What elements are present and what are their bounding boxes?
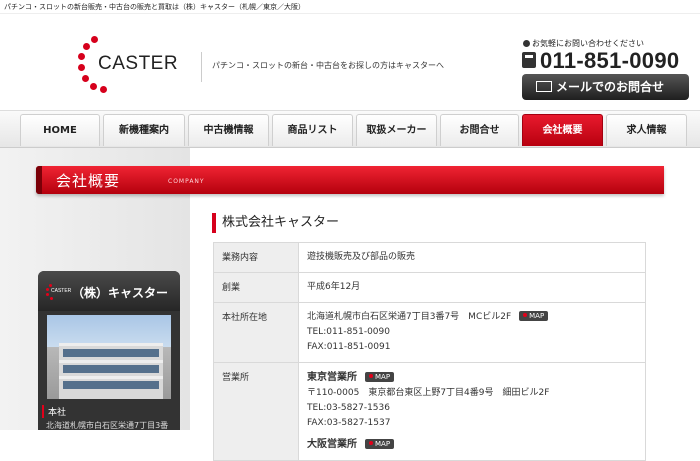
nav-new-models[interactable]: 新機種案内 <box>103 114 185 146</box>
tokyo-map-button[interactable]: MAP <box>365 372 395 382</box>
tokyo-fax: FAX:03-5827-1537 <box>307 418 391 428</box>
tokyo-tel: TEL:03-5827-1536 <box>307 403 390 413</box>
table-row: 本社所在地 北海道札幌市白石区栄通7丁目3番7号 MCビル2F MAP TEL:0… <box>213 302 646 363</box>
nav-recruit[interactable]: 求人情報 <box>606 114 687 146</box>
sidebar-company-name: （株）キャスター <box>72 286 169 300</box>
header-description: パチンコ・スロットの新台・中古台をお探しの方はキャスターへ <box>212 61 444 70</box>
nav-used-machines[interactable]: 中古機情報 <box>188 114 269 146</box>
osaka-office-name: 大阪営業所 <box>307 439 357 450</box>
main-nav: HOME 新機種案内 中古機情報 商品リスト 取扱メーカー お問合せ 会社概要 … <box>0 110 700 148</box>
bullet-icon <box>523 40 530 47</box>
tokyo-office-name: 東京営業所 <box>307 372 357 383</box>
site-tagline: パチンコ・スロットの新台販売・中古台の販売と買取は（株）キャスター（札幌／東京／… <box>0 0 700 14</box>
hq-address: 北海道札幌市白石区栄通7丁目3番7号 MCビル2F <box>307 312 512 322</box>
company-info-table: 業務内容 遊技機販売及び部品の販売 創業 平成6年12月 本社所在地 北海道札幌… <box>213 242 646 461</box>
caster-logo[interactable]: CASTER <box>78 34 188 94</box>
section-title-banner: 会社概要 COMPANY <box>36 166 664 194</box>
sidebar-address: 北海道札幌市白石区栄通7丁目3番 <box>46 421 169 430</box>
row-label-hq: 本社所在地 <box>213 302 299 363</box>
company-heading: 株式会社キャスター <box>212 213 339 233</box>
row-value-founded: 平成6年12月 <box>298 272 646 303</box>
row-value-business: 遊技機販売及び部品の販売 <box>298 242 646 273</box>
hq-map-button[interactable]: MAP <box>519 311 549 321</box>
nav-product-list[interactable]: 商品リスト <box>272 114 353 146</box>
office-building-photo <box>47 315 171 399</box>
table-row: 営業所 東京営業所 MAP 〒110-0005 東京都台東区上野7丁目4番9号 細… <box>213 362 646 461</box>
row-value-hq: 北海道札幌市白石区栄通7丁目3番7号 MCビル2F MAP TEL:011-851… <box>298 302 646 363</box>
row-label-offices: 営業所 <box>213 362 299 461</box>
envelope-icon <box>536 81 552 92</box>
logo-text: CASTER <box>98 53 179 74</box>
map-pin-icon <box>369 374 373 378</box>
header-divider <box>201 52 202 82</box>
phone-number[interactable]: 011-851-0090 <box>522 48 680 73</box>
map-pin-icon <box>369 441 373 445</box>
nav-contact[interactable]: お問合せ <box>440 114 519 146</box>
nav-home[interactable]: HOME <box>20 114 100 146</box>
map-pin-icon <box>523 313 528 317</box>
row-value-offices: 東京営業所 MAP 〒110-0005 東京都台東区上野7丁目4番9号 細田ビル2… <box>298 362 646 461</box>
table-row: 創業 平成6年12月 <box>213 272 646 303</box>
site-header: CASTER パチンコ・スロットの新台・中古台をお探しの方はキャスターへ お気軽… <box>0 14 700 110</box>
osaka-map-button[interactable]: MAP <box>365 439 395 449</box>
phone-number-text: 011-851-0090 <box>540 48 680 73</box>
section-title: 会社概要 <box>56 172 121 190</box>
table-row: 業務内容 遊技機販売及び部品の販売 <box>213 242 646 273</box>
sidebar-company-card[interactable]: CASTER （株）キャスター 本社 北海道札幌市白石区栄通7丁目3番 <box>38 271 180 430</box>
section-subtitle: COMPANY <box>168 178 205 185</box>
row-label-founded: 創業 <box>213 272 299 303</box>
nav-manufacturers[interactable]: 取扱メーカー <box>356 114 437 146</box>
hq-tel: TEL:011-851-0090 <box>307 327 390 337</box>
nav-company[interactable]: 会社概要 <box>522 114 603 146</box>
hq-fax: FAX:011-851-0091 <box>307 342 391 352</box>
row-label-business: 業務内容 <box>213 242 299 273</box>
telephone-icon <box>522 52 536 68</box>
sidebar-office-label: 本社 <box>42 405 66 418</box>
caster-mini-logo-icon: CASTER <box>46 283 71 300</box>
mail-contact-label: メールでのお問合せ <box>556 80 665 94</box>
tokyo-address: 〒110-0005 東京都台東区上野7丁目4番9号 細田ビル2F <box>307 388 550 398</box>
mail-contact-button[interactable]: メールでのお問合せ <box>522 74 689 100</box>
